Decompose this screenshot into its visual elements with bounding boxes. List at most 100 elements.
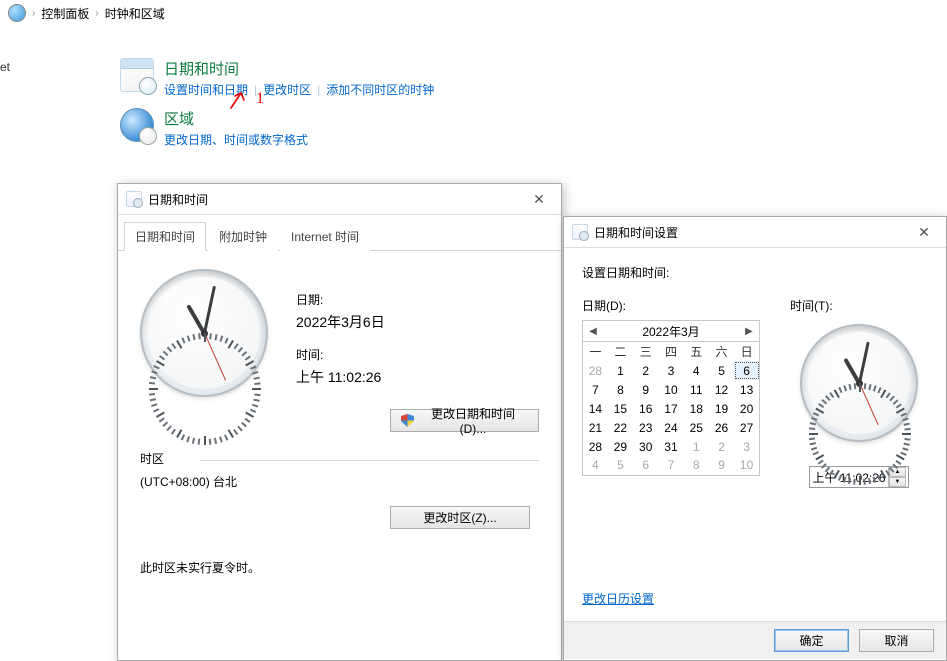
calendar-day[interactable]: 11 [684, 380, 709, 399]
calendar-day[interactable]: 31 [658, 437, 683, 456]
calendar-day[interactable]: 12 [709, 380, 734, 399]
calendar-month-title[interactable]: 2022年3月 [642, 323, 699, 340]
link-change-timezone[interactable]: 更改时区 [263, 81, 311, 98]
calendar-day[interactable]: 5 [608, 456, 633, 475]
analog-clock-small [800, 324, 918, 442]
dialog-title: 日期和时间设置 [594, 224, 678, 241]
calendar-day[interactable]: 24 [658, 418, 683, 437]
calendar-day[interactable]: 1 [684, 437, 709, 456]
time-value: 上午 11:02:26 [296, 367, 385, 387]
calendar-dow: 五 [684, 342, 709, 361]
dialog-date-time: 日期和时间 ✕ 日期和时间 附加时钟 Internet 时间 日期: 2022年… [117, 183, 562, 661]
calendar-day[interactable]: 9 [633, 380, 658, 399]
calendar-day[interactable]: 4 [684, 361, 709, 380]
titlebar[interactable]: 日期和时间 ✕ [118, 184, 561, 215]
calendar-dow: 日 [734, 342, 759, 361]
calendar-day[interactable]: 7 [658, 456, 683, 475]
titlebar[interactable]: 日期和时间设置 ✕ [564, 217, 946, 248]
category-date-time: 日期和时间 设置时间和日期 | 更改时区 | 添加不同时区的时钟 [120, 58, 434, 98]
link-divider: | [254, 83, 257, 97]
calendar-day[interactable]: 10 [658, 380, 683, 399]
calendar-day[interactable]: 17 [658, 399, 683, 418]
analog-clock [140, 269, 268, 397]
region-title[interactable]: 区域 [164, 108, 308, 129]
calendar-day[interactable]: 28 [583, 437, 608, 456]
calendar-day[interactable]: 1 [608, 361, 633, 380]
cancel-button[interactable]: 取消 [859, 629, 934, 652]
calendar-day[interactable]: 18 [684, 399, 709, 418]
link-divider: | [317, 83, 320, 97]
calendar-day[interactable]: 19 [709, 399, 734, 418]
close-button[interactable]: ✕ [910, 222, 938, 242]
calendar-day[interactable]: 22 [608, 418, 633, 437]
tab-internet-time[interactable]: Internet 时间 [280, 222, 370, 251]
change-timezone-button[interactable]: 更改时区(Z)... [390, 506, 530, 529]
calendar-day[interactable]: 25 [684, 418, 709, 437]
tab-date-time[interactable]: 日期和时间 [124, 222, 206, 251]
date-time-icon [120, 58, 154, 92]
calendar-day[interactable]: 23 [633, 418, 658, 437]
calendar-day[interactable]: 10 [734, 456, 759, 475]
region-icon [120, 108, 154, 142]
control-panel-icon [8, 4, 26, 22]
category-region: 区域 更改日期、时间或数字格式 [120, 108, 434, 148]
next-month-button[interactable]: ▶ [741, 326, 757, 337]
calendar-day[interactable]: 8 [608, 380, 633, 399]
close-button[interactable]: ✕ [525, 189, 553, 209]
date-value: 2022年3月6日 [296, 312, 385, 332]
date-label: 日期: [296, 291, 385, 308]
dialog-icon [126, 191, 142, 207]
calendar-day[interactable]: 21 [583, 418, 608, 437]
tab-bar: 日期和时间 附加时钟 Internet 时间 [118, 221, 561, 251]
calendar-day[interactable]: 27 [734, 418, 759, 437]
dialog-footer: 确定 取消 [564, 621, 946, 659]
left-edge-fragment: et [0, 60, 10, 74]
breadcrumb-control-panel[interactable]: 控制面板 [41, 5, 89, 22]
calendar-dow: 二 [608, 342, 633, 361]
calendar-day[interactable]: 16 [633, 399, 658, 418]
ok-button[interactable]: 确定 [774, 629, 849, 652]
calendar-day[interactable]: 4 [583, 456, 608, 475]
link-change-formats[interactable]: 更改日期、时间或数字格式 [164, 131, 308, 148]
calendar-day[interactable]: 2 [709, 437, 734, 456]
calendar-day[interactable]: 3 [734, 437, 759, 456]
calendar-day[interactable]: 20 [734, 399, 759, 418]
change-calendar-settings-link[interactable]: 更改日历设置 [582, 590, 928, 607]
calendar-day[interactable]: 2 [633, 361, 658, 380]
breadcrumb: › 控制面板 › 时钟和区域 [0, 0, 947, 26]
time-spin-down[interactable]: ▼ [889, 477, 906, 487]
date-time-title[interactable]: 日期和时间 [164, 58, 434, 79]
timezone-value: (UTC+08:00) 台北 [140, 473, 539, 490]
calendar-dow: 一 [583, 342, 608, 361]
calendar-day[interactable]: 5 [709, 361, 734, 380]
calendar-day[interactable]: 28 [583, 361, 608, 380]
link-add-clocks[interactable]: 添加不同时区的时钟 [326, 81, 434, 98]
calendar-day[interactable]: 3 [658, 361, 683, 380]
prev-month-button[interactable]: ◀ [585, 326, 601, 337]
calendar-day[interactable]: 8 [684, 456, 709, 475]
time-header: 时间(T): [790, 297, 833, 314]
calendar-day[interactable]: 6 [633, 456, 658, 475]
change-date-time-button[interactable]: 更改日期和时间(D)... [390, 409, 539, 432]
breadcrumb-sep: › [95, 8, 98, 19]
calendar-day[interactable]: 14 [583, 399, 608, 418]
calendar-grid: 一二三四五六日 28123456789101112131415161718192… [582, 342, 760, 476]
dialog-date-time-settings: 日期和时间设置 ✕ 设置日期和时间: 日期(D): ◀ 2022年3月 ▶ 一二… [563, 216, 947, 661]
calendar-day[interactable]: 9 [709, 456, 734, 475]
calendar-day[interactable]: 13 [734, 380, 759, 399]
calendar-day[interactable]: 6 [734, 361, 759, 380]
calendar-day[interactable]: 29 [608, 437, 633, 456]
set-date-time-label: 设置日期和时间: [582, 264, 928, 281]
calendar-dow: 三 [633, 342, 658, 361]
calendar-day[interactable]: 15 [608, 399, 633, 418]
time-label: 时间: [296, 346, 385, 363]
timezone-label: 时区 [140, 450, 539, 467]
dialog-icon [572, 224, 588, 240]
calendar-day[interactable]: 26 [709, 418, 734, 437]
calendar-day[interactable]: 7 [583, 380, 608, 399]
breadcrumb-clock-region[interactable]: 时钟和区域 [105, 5, 165, 22]
calendar-day[interactable]: 30 [633, 437, 658, 456]
tab-additional-clocks[interactable]: 附加时钟 [208, 222, 278, 251]
shield-icon [401, 414, 414, 427]
link-set-time-date[interactable]: 设置时间和日期 [164, 81, 248, 98]
